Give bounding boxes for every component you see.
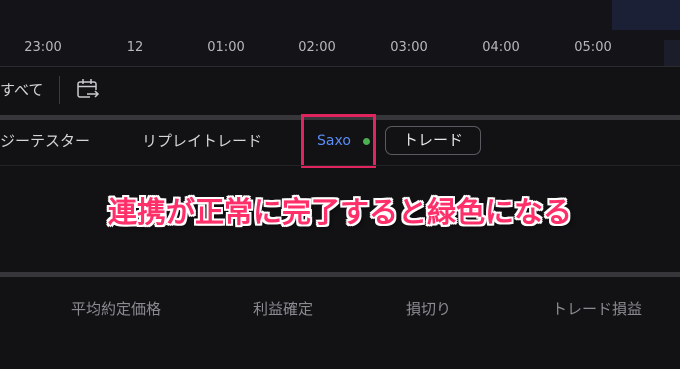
date-range-toolbar [0, 67, 680, 115]
time-axis-label: 23:00 [24, 40, 62, 55]
chart-shaded-region [612, 0, 680, 30]
time-axis-label: 02:00 [298, 40, 336, 55]
column-header-stop-loss[interactable]: 損切り [406, 299, 451, 319]
time-axis-label: 04:00 [482, 40, 520, 55]
toolbar-divider [59, 76, 60, 104]
column-header-take-profit[interactable]: 利益確定 [253, 299, 313, 319]
chart-area[interactable]: 23:00 12 01:00 02:00 03:00 04:00 05:00 [0, 0, 680, 66]
time-axis-label: 03:00 [390, 40, 428, 55]
chart-scale-edge [664, 40, 680, 66]
table-separator [0, 272, 680, 277]
tab-replay-trade[interactable]: リプレイトレード [142, 131, 262, 151]
tabs-border [0, 165, 680, 166]
range-all-button[interactable]: すべて [0, 80, 43, 100]
time-axis-label: 12 [126, 40, 144, 55]
column-header-avg-fill-price[interactable]: 平均約定価格 [71, 299, 161, 319]
annotation-caption: 連携が正常に完了すると緑色になる [107, 195, 572, 229]
annotation-highlight-box [301, 114, 376, 168]
time-axis-label: 01:00 [207, 40, 245, 55]
tab-strategy-tester[interactable]: ジーテスター [0, 131, 90, 151]
column-header-trade-pnl[interactable]: トレード損益 [552, 299, 642, 319]
calendar-arrow-icon[interactable] [74, 77, 102, 103]
time-axis-label: 05:00 [574, 40, 612, 55]
trade-button[interactable]: トレード [385, 126, 481, 155]
